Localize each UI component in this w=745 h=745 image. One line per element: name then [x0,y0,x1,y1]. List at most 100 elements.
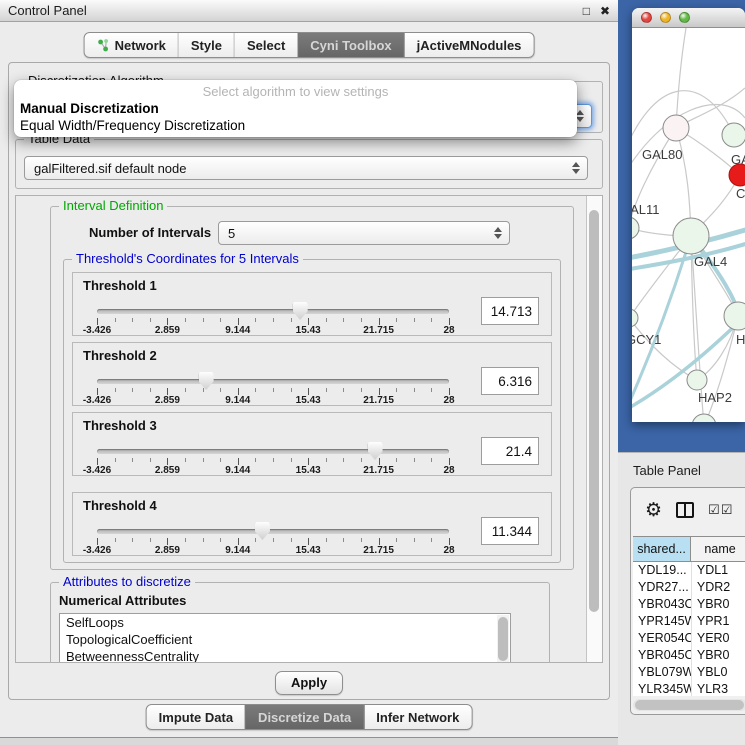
tick-mark [115,388,116,392]
tick-mark [308,388,309,395]
table-row[interactable]: YBR043CYBR0 [633,596,745,613]
network-icon [97,38,110,52]
dropdown-hint-item[interactable]: Select algorithm to view settings [14,83,577,100]
close-window-icon[interactable]: ✖ [600,5,610,17]
tick-mark [308,318,309,325]
tick-mark [115,318,116,322]
tab-style[interactable]: Style [178,33,234,57]
tab-select[interactable]: Select [234,33,297,57]
tick-mark [132,458,133,462]
network-node[interactable] [724,302,745,330]
network-node[interactable] [673,218,709,254]
node-table-box: ⚙ ☑☑ shared... name YDL19...YDL1YDR27...… [630,487,745,715]
tab-network[interactable]: Network [85,33,178,57]
tab-cyni-toolbox[interactable]: Cyni Toolbox [297,33,403,57]
tab-infer-network[interactable]: Infer Network [363,705,471,729]
slider-track[interactable] [97,529,449,534]
column-header-name[interactable]: name [691,537,745,561]
tick-mark [115,538,116,542]
slider-track[interactable] [97,309,449,314]
threshold-value-field[interactable]: 11.344 [481,517,539,545]
tick-label: 2.859 [155,395,180,406]
tick-label: -3.426 [83,325,111,336]
apply-button[interactable]: Apply [275,671,343,695]
network-node[interactable] [722,123,745,147]
settings-vertical-scrollbar[interactable] [586,196,602,662]
tick-label: 9.144 [225,545,250,556]
tab-impute-data[interactable]: Impute Data [147,705,245,729]
slider-track[interactable] [97,449,449,454]
tick-mark [431,458,432,462]
dropdown-item[interactable]: Manual Discretization [14,100,577,117]
cell-shared-name: YLR345W [633,681,691,696]
tab-label: Impute Data [159,710,233,725]
threshold-value-field[interactable]: 14.713 [481,297,539,325]
tick-mark [255,458,256,462]
tick-label: 15.43 [296,325,321,336]
table-row[interactable]: YPR145WYPR1 [633,613,745,630]
tab-label: Style [191,38,222,53]
tick-mark [431,388,432,392]
table-row[interactable]: YDR27...YDR2 [633,579,745,596]
tick-mark [203,388,204,392]
tick-mark [396,458,397,462]
list-item[interactable]: BetweennessCentrality [60,648,510,663]
number-of-intervals-select[interactable]: 5 [218,221,510,245]
table-toolbar: ⚙ ☑☑ [631,488,745,532]
tick-label: 21.715 [363,465,394,476]
slider-track[interactable] [97,379,449,384]
threshold-value-field[interactable]: 21.4 [481,437,539,465]
list-item[interactable]: TopologicalCoefficient [60,631,510,648]
table-data-group: Table Data galFiltered.sif default node [15,139,603,189]
minimize-traffic-light-icon[interactable] [660,12,671,23]
table-data-select[interactable]: galFiltered.sif default node [24,156,588,180]
tick-mark [115,458,116,462]
tick-label: 28 [443,395,454,406]
tick-mark [97,538,98,545]
split-columns-icon[interactable] [676,502,694,518]
tab-jactivemnodules[interactable]: jActiveMNodules [404,33,534,57]
table-header-row: shared... name [633,536,745,562]
select-columns-checkboxes-icon[interactable]: ☑☑ [708,502,733,518]
threshold-value-field[interactable]: 6.316 [481,367,539,395]
tick-mark [167,458,168,465]
node-table[interactable]: shared... name YDL19...YDL1YDR27...YDR2Y… [633,536,745,696]
tick-label: -3.426 [83,545,111,556]
network-node[interactable] [632,217,639,239]
float-window-icon[interactable]: □ [583,5,590,17]
cell-name: YBR0 [691,647,745,664]
tick-mark [255,538,256,542]
table-row[interactable]: YBR045CYBR0 [633,647,745,664]
network-canvas[interactable]: GAL80GACGAL11GAL4GCY1HHAP2 [632,28,745,422]
network-node[interactable] [663,115,689,141]
tick-label: 2.859 [155,465,180,476]
table-row[interactable]: YLR345WYLR3 [633,681,745,696]
column-header-shared-name[interactable]: shared... [633,537,691,561]
list-item[interactable]: SelfLoops [60,614,510,631]
network-node[interactable] [632,309,638,327]
cell-name: YPR1 [691,613,745,630]
dropdown-items: Manual DiscretizationEqual Width/Frequen… [14,100,577,134]
gear-icon[interactable]: ⚙ [645,501,662,520]
table-row[interactable]: YBL079WYBL0 [633,664,745,681]
table-row[interactable]: YDL19...YDL1 [633,562,745,579]
numerical-attributes-list[interactable]: SelfLoopsTopologicalCoefficientBetweenne… [59,613,511,663]
tick-mark [449,318,450,325]
slider-tick-labels: -3.4262.8599.14415.4321.71528 [97,545,449,555]
tick-mark [203,538,204,542]
tab-discretize-data[interactable]: Discretize Data [245,705,363,729]
attributes-list-scrollbar[interactable] [497,615,509,663]
close-traffic-light-icon[interactable] [641,12,652,23]
tick-mark [449,538,450,545]
dropdown-item[interactable]: Equal Width/Frequency Discretization [14,117,577,134]
table-row[interactable]: YER054CYER0 [633,630,745,647]
node-label: C [736,186,745,201]
tick-mark [238,538,239,545]
settings-scroll-pane: Interval Definition Number of Intervals … [15,195,603,663]
network-node[interactable] [687,370,707,390]
network-node[interactable] [692,414,716,422]
thresholds-group: Threshold's Coordinates for 5 Intervals … [63,259,561,563]
zoom-traffic-light-icon[interactable] [679,12,690,23]
table-horizontal-scrollbar[interactable] [633,699,745,711]
tick-mark [132,538,133,542]
